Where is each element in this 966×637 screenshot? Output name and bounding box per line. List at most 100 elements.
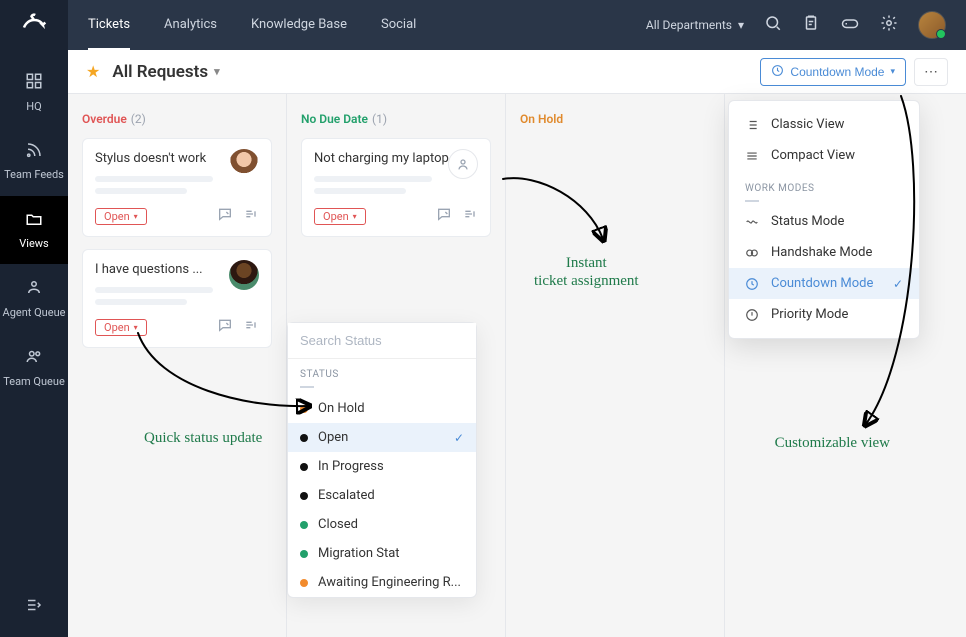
status-option[interactable]: In Progress — [288, 452, 476, 481]
column-overdue: Overdue (2) Stylus doesn't work Open ▾ I… — [68, 94, 287, 637]
rail-agent-queue[interactable]: Agent Queue — [0, 264, 68, 333]
status-option-label: Open — [318, 430, 348, 445]
tab-social[interactable]: Social — [381, 1, 416, 50]
mode-priority[interactable]: Priority Mode — [729, 299, 919, 330]
mode-handshake[interactable]: Handshake Mode — [729, 237, 919, 268]
unassigned-avatar[interactable] — [448, 149, 478, 179]
view-classic[interactable]: Classic View — [729, 109, 919, 140]
tab-tickets[interactable]: Tickets — [88, 1, 130, 50]
message-icon[interactable] — [217, 317, 233, 337]
team-icon — [25, 347, 43, 371]
status-option[interactable]: Migration Stat — [288, 539, 476, 568]
ticket-card[interactable]: Not charging my laptop Open ▾ — [301, 138, 491, 237]
view-compact[interactable]: Compact View — [729, 140, 919, 171]
priority-icon[interactable] — [243, 206, 259, 226]
mode-label: Handshake Mode — [771, 245, 872, 260]
priority-icon — [745, 308, 759, 322]
column-title: On Hold — [520, 112, 563, 126]
rail-label: Views — [19, 237, 48, 250]
annotation-custom-view: Customizable view — [775, 434, 890, 452]
status-badge[interactable]: Open ▾ — [95, 319, 147, 336]
status-label: Open — [104, 210, 130, 223]
status-option[interactable]: On Hold — [288, 394, 476, 423]
status-color-dot — [300, 405, 308, 413]
more-actions-button[interactable]: ⋯ — [914, 58, 948, 86]
mode-countdown[interactable]: Countdown Mode ✓ — [729, 268, 919, 299]
user-avatar[interactable] — [918, 11, 946, 39]
rail-label: Team Queue — [3, 375, 65, 388]
check-icon: ✓ — [454, 431, 464, 445]
left-nav-rail: HQ Team Feeds Views Agent Queue Team Que… — [0, 0, 68, 637]
mode-status[interactable]: Status Mode — [729, 206, 919, 237]
ticket-card[interactable]: I have questions ... Open ▾ — [82, 249, 272, 348]
status-color-dot — [300, 550, 308, 558]
placeholder-line — [314, 188, 406, 194]
chevron-down-icon: ▾ — [134, 212, 138, 221]
status-color-dot — [300, 492, 308, 500]
status-option[interactable]: Awaiting Engineering R... — [288, 568, 476, 597]
message-icon[interactable] — [217, 206, 233, 226]
tab-knowledge-base[interactable]: Knowledge Base — [251, 1, 347, 50]
gear-icon[interactable] — [880, 14, 898, 36]
status-option[interactable]: Escalated — [288, 481, 476, 510]
view-title: All Requests — [112, 62, 208, 82]
status-option-label: On Hold — [318, 401, 365, 416]
top-nav: Tickets Analytics Knowledge Base Social … — [68, 0, 966, 50]
rail-collapse[interactable] — [0, 578, 68, 637]
status-color-dot — [300, 579, 308, 587]
placeholder-line — [95, 188, 187, 194]
section-underline — [300, 386, 314, 388]
priority-icon[interactable] — [462, 206, 478, 226]
clock-icon — [771, 64, 784, 80]
status-badge[interactable]: Open ▾ — [314, 208, 366, 225]
status-badge[interactable]: Open ▾ — [95, 208, 147, 225]
view-title-dropdown[interactable]: All Requests ▾ — [112, 62, 219, 82]
status-dropdown[interactable]: STATUS On HoldOpen✓In ProgressEscalatedC… — [287, 322, 477, 598]
assignee-avatar[interactable] — [229, 149, 259, 179]
chevron-down-icon: ▾ — [134, 323, 138, 332]
rail-hq[interactable]: HQ — [0, 58, 68, 127]
tab-analytics[interactable]: Analytics — [164, 1, 217, 50]
status-option-label: Closed — [318, 517, 358, 532]
status-color-dot — [300, 463, 308, 471]
message-icon[interactable] — [436, 206, 452, 226]
feeds-icon — [25, 141, 43, 165]
work-mode-button[interactable]: Countdown Mode ▾ — [760, 58, 906, 86]
ticket-board: Overdue (2) Stylus doesn't work Open ▾ I… — [68, 94, 966, 637]
clipboard-icon[interactable] — [802, 14, 820, 36]
status-label: Open — [104, 321, 130, 334]
department-label: All Departments — [646, 18, 732, 32]
department-dropdown[interactable]: All Departments ▾ — [646, 18, 744, 32]
search-icon[interactable] — [764, 14, 782, 36]
star-icon[interactable]: ★ — [86, 62, 100, 81]
chevron-down-icon: ▾ — [214, 65, 220, 78]
rail-label: Agent Queue — [3, 306, 66, 319]
status-option[interactable]: Closed — [288, 510, 476, 539]
placeholder-line — [95, 176, 213, 182]
collapse-icon — [25, 596, 43, 619]
agent-icon — [25, 278, 43, 302]
rail-label: Team Feeds — [4, 168, 64, 181]
mode-label: Countdown Mode — [790, 65, 884, 79]
ticket-card[interactable]: Stylus doesn't work Open ▾ — [82, 138, 272, 237]
dropdown-section-label: WORK MODES — [729, 171, 919, 196]
rail-team-feeds[interactable]: Team Feeds — [0, 127, 68, 196]
check-icon: ✓ — [893, 277, 903, 291]
column-count: (2) — [131, 112, 146, 126]
rail-team-queue[interactable]: Team Queue — [0, 333, 68, 402]
mode-label: Countdown Mode — [771, 276, 873, 291]
gamepad-icon[interactable] — [840, 14, 860, 36]
assignee-avatar[interactable] — [229, 260, 259, 290]
status-option-label: Migration Stat — [318, 546, 400, 561]
placeholder-line — [314, 176, 432, 182]
priority-icon[interactable] — [243, 317, 259, 337]
wave-icon — [745, 215, 759, 229]
column-on-hold: On Hold — [506, 94, 725, 637]
more-horizontal-icon: ⋯ — [924, 63, 938, 80]
view-mode-dropdown[interactable]: Classic View Compact View WORK MODES Sta… — [728, 100, 920, 339]
view-label: Classic View — [771, 117, 844, 132]
status-search-input[interactable] — [288, 323, 476, 359]
status-option[interactable]: Open ✓ — [288, 423, 476, 452]
rail-views[interactable]: Views — [0, 196, 68, 265]
section-underline — [745, 200, 759, 202]
